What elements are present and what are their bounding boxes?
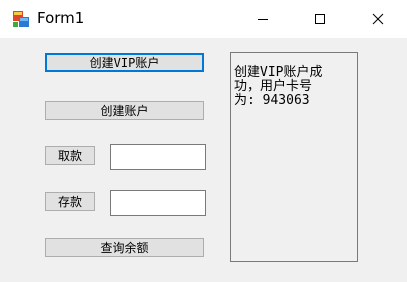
- deposit-button[interactable]: 存款: [45, 192, 95, 211]
- minimize-button[interactable]: [240, 0, 286, 38]
- app-icon: [13, 11, 29, 27]
- maximize-icon: [315, 14, 325, 24]
- withdraw-button[interactable]: 取款: [45, 146, 95, 165]
- form-client-area: 创建VIP账户 创建账户 取款 存款 查询余额 创建VIP账户成 功，用户卡号 …: [0, 38, 407, 282]
- create-account-button[interactable]: 创建账户: [45, 101, 204, 120]
- maximize-button[interactable]: [297, 0, 343, 38]
- title-bar[interactable]: Form1: [0, 0, 407, 38]
- close-button[interactable]: [355, 0, 401, 38]
- form-window: Form1 创建VIP账户 创建账户 取款 存款 查询余额 创建VIP账户成 功…: [0, 0, 407, 282]
- create-vip-account-button[interactable]: 创建VIP账户: [45, 53, 204, 72]
- window-title: Form1: [37, 9, 85, 27]
- minimize-icon: [258, 19, 268, 20]
- close-icon: [372, 13, 384, 25]
- withdraw-amount-input[interactable]: [110, 144, 206, 170]
- query-balance-button[interactable]: 查询余额: [45, 238, 204, 257]
- deposit-amount-input[interactable]: [110, 190, 206, 216]
- output-textbox[interactable]: 创建VIP账户成 功，用户卡号 为: 943063: [230, 52, 358, 262]
